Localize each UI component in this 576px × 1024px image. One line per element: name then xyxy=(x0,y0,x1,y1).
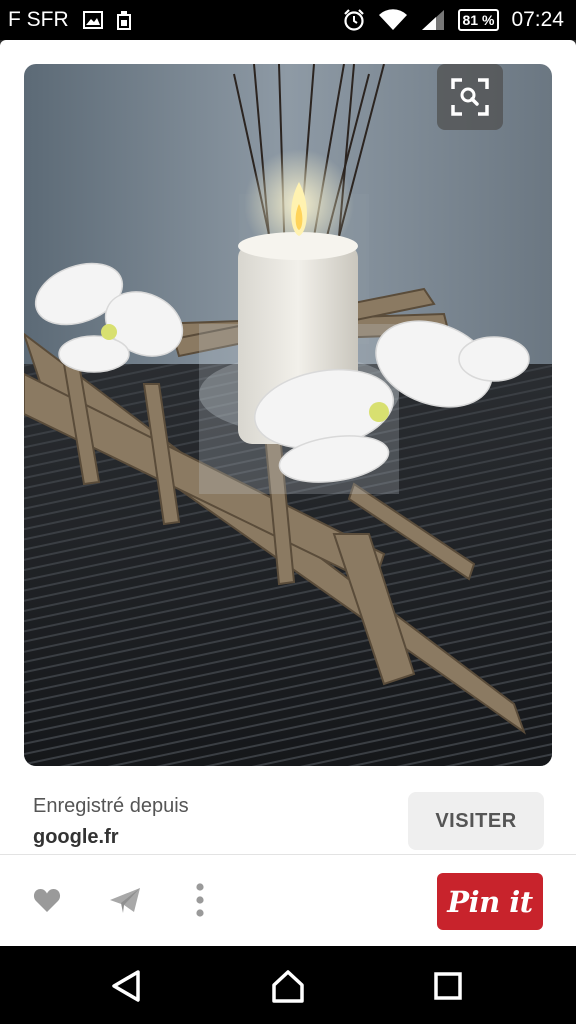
signal-icon xyxy=(420,8,446,32)
send-icon[interactable] xyxy=(106,882,144,918)
wifi-icon xyxy=(378,8,408,32)
divider xyxy=(0,854,576,855)
more-vertical-icon[interactable] xyxy=(186,882,214,918)
visual-search-icon xyxy=(450,77,490,117)
navigation-bar xyxy=(0,946,576,1024)
visual-search-button[interactable] xyxy=(437,64,503,130)
battery-icon: 81 % xyxy=(457,9,500,31)
heart-icon[interactable] xyxy=(30,882,64,918)
clock: 07:24 xyxy=(511,8,564,31)
pin-closeup-screen: Enregistré depuis google.fr VISITER Pin … xyxy=(0,40,576,946)
visit-button[interactable]: VISITER xyxy=(408,792,544,850)
pin-image[interactable] xyxy=(24,64,552,766)
back-icon[interactable] xyxy=(106,966,146,1006)
pin-card: Enregistré depuis google.fr VISITER Pin … xyxy=(0,40,576,946)
recents-icon[interactable] xyxy=(428,966,468,1006)
carrier-name: F SFR xyxy=(8,8,69,31)
alarm-icon xyxy=(342,8,366,32)
home-icon[interactable] xyxy=(268,966,308,1006)
status-bar: F SFR 81 % 07:24 xyxy=(0,0,576,40)
sim-icon xyxy=(116,10,131,30)
saved-from-label: Enregistré depuis xyxy=(33,795,189,817)
source-domain[interactable]: google.fr xyxy=(33,826,119,849)
pin-it-button[interactable]: Pin it xyxy=(437,873,543,930)
image-icon xyxy=(82,11,103,29)
